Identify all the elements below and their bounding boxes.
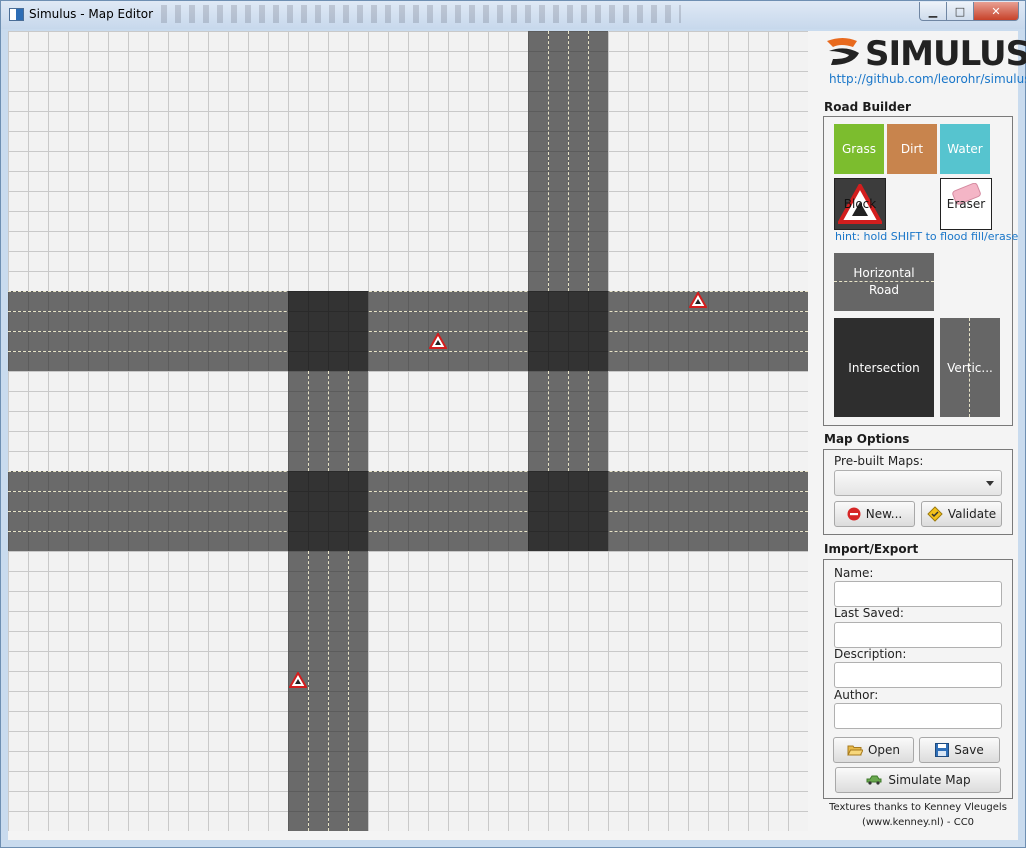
warning-diamond-icon [927, 506, 943, 522]
validate-button[interactable]: Validate [921, 501, 1002, 527]
app-icon [9, 8, 24, 21]
credits-line-1: Textures thanks to Kenney Vleugels [829, 802, 1007, 813]
water-tile-button[interactable]: Water [940, 124, 990, 174]
intersection-tile[interactable] [288, 471, 368, 551]
eraser-tile-button[interactable]: Eraser [940, 178, 992, 230]
name-field[interactable] [834, 581, 1002, 607]
vertical-road-tile-button[interactable]: Vertic... [940, 318, 1000, 417]
logo-mark-icon [827, 38, 859, 65]
import-export-panel: Name: Last Saved: Description: Author: O… [823, 559, 1013, 799]
grass-tile-label: Grass [841, 142, 877, 156]
block-tile-button[interactable]: Block [834, 178, 886, 230]
vertical-road-right[interactable] [528, 31, 608, 291]
flood-fill-hint: hint: hold SHIFT to flood fill/erase [835, 230, 1019, 243]
block-tile-label: Block [843, 197, 877, 211]
description-field[interactable] [834, 662, 1002, 688]
block-sign-icon[interactable] [429, 333, 447, 349]
water-tile-label: Water [947, 142, 983, 156]
author-field[interactable] [834, 703, 1002, 729]
map-options-panel: Pre-built Maps: New... Validate [823, 449, 1013, 535]
road-builder-title: Road Builder [824, 100, 911, 114]
vertical-road-left-bottom[interactable] [288, 551, 368, 831]
map-options-title: Map Options [824, 432, 910, 446]
new-map-label: New... [865, 507, 903, 521]
no-entry-icon [847, 507, 861, 521]
horizontal-road-bottom[interactable] [8, 471, 808, 551]
intersection-tile[interactable] [528, 291, 608, 371]
save-label: Save [954, 743, 984, 757]
close-button[interactable]: ✕ [974, 2, 1019, 21]
dirt-tile-label: Dirt [900, 142, 924, 156]
import-export-title: Import/Export [824, 542, 919, 556]
name-label: Name: [834, 566, 874, 580]
grass-tile-button[interactable]: Grass [834, 124, 884, 174]
horizontal-road-tile-button[interactable]: Horizontal Road [834, 253, 934, 311]
dirt-tile-button[interactable]: Dirt [887, 124, 937, 174]
map-canvas[interactable] [8, 31, 808, 831]
description-label: Description: [834, 647, 907, 661]
window-controls: ▁ □ ✕ [919, 2, 1019, 21]
open-label: Open [867, 743, 901, 757]
author-label: Author: [834, 688, 879, 702]
horizontal-road-label-1: Horizontal [853, 266, 915, 280]
minimize-button[interactable]: ▁ [919, 2, 947, 21]
vertical-road-tile-label: Vertic... [947, 360, 993, 375]
new-map-button[interactable]: New... [834, 501, 915, 527]
prebuilt-maps-label: Pre-built Maps: [834, 454, 924, 468]
simulus-logo: SIMULUS [823, 33, 1026, 74]
credits-line-2: (www.kenney.nl) - CC0 [861, 817, 975, 828]
last-saved-field[interactable] [834, 622, 1002, 648]
intersection-tile-button[interactable]: Intersection [834, 318, 934, 417]
app-window: Simulus - Map Editor ▁ □ ✕ SIMULUS http:… [0, 0, 1026, 848]
road-builder-panel: Grass Dirt Water Block Eraser hint: hold… [823, 116, 1018, 426]
floppy-disk-icon [935, 743, 950, 757]
logo-text: SIMULUS [865, 34, 1026, 74]
client-area: SIMULUS http://github.com/leorohr/simulu… [8, 31, 1026, 840]
intersection-tile[interactable] [288, 291, 368, 371]
last-saved-label: Last Saved: [834, 606, 904, 620]
validate-label: Validate [947, 507, 997, 521]
window-title: Simulus - Map Editor [29, 7, 154, 21]
car-icon [866, 775, 882, 785]
simulate-map-button[interactable]: Simulate Map [835, 767, 1001, 793]
titlebar-reflection [161, 5, 681, 23]
sidebar: SIMULUS http://github.com/leorohr/simulu… [818, 31, 1026, 840]
open-button[interactable]: Open [833, 737, 914, 763]
horizontal-road-label-2: Road [868, 283, 900, 297]
intersection-tile[interactable] [528, 471, 608, 551]
block-sign-icon[interactable] [689, 292, 707, 308]
eraser-tile-label: Eraser [946, 197, 986, 211]
vertical-road-right-mid[interactable] [528, 371, 608, 471]
folder-open-icon [847, 745, 863, 755]
save-button[interactable]: Save [919, 737, 1000, 763]
intersection-tile-label: Intersection [848, 360, 920, 375]
simulate-map-label: Simulate Map [888, 773, 971, 787]
title-bar[interactable]: Simulus - Map Editor ▁ □ ✕ [1, 1, 1025, 29]
chevron-down-icon [986, 481, 994, 486]
github-link[interactable]: http://github.com/leorohr/simulus [829, 72, 1026, 86]
vertical-road-left-mid[interactable] [288, 371, 368, 471]
horizontal-road-top[interactable] [8, 291, 808, 371]
block-sign-icon[interactable] [289, 672, 307, 688]
prebuilt-maps-select[interactable] [834, 470, 1002, 496]
maximize-button[interactable]: □ [947, 2, 974, 21]
